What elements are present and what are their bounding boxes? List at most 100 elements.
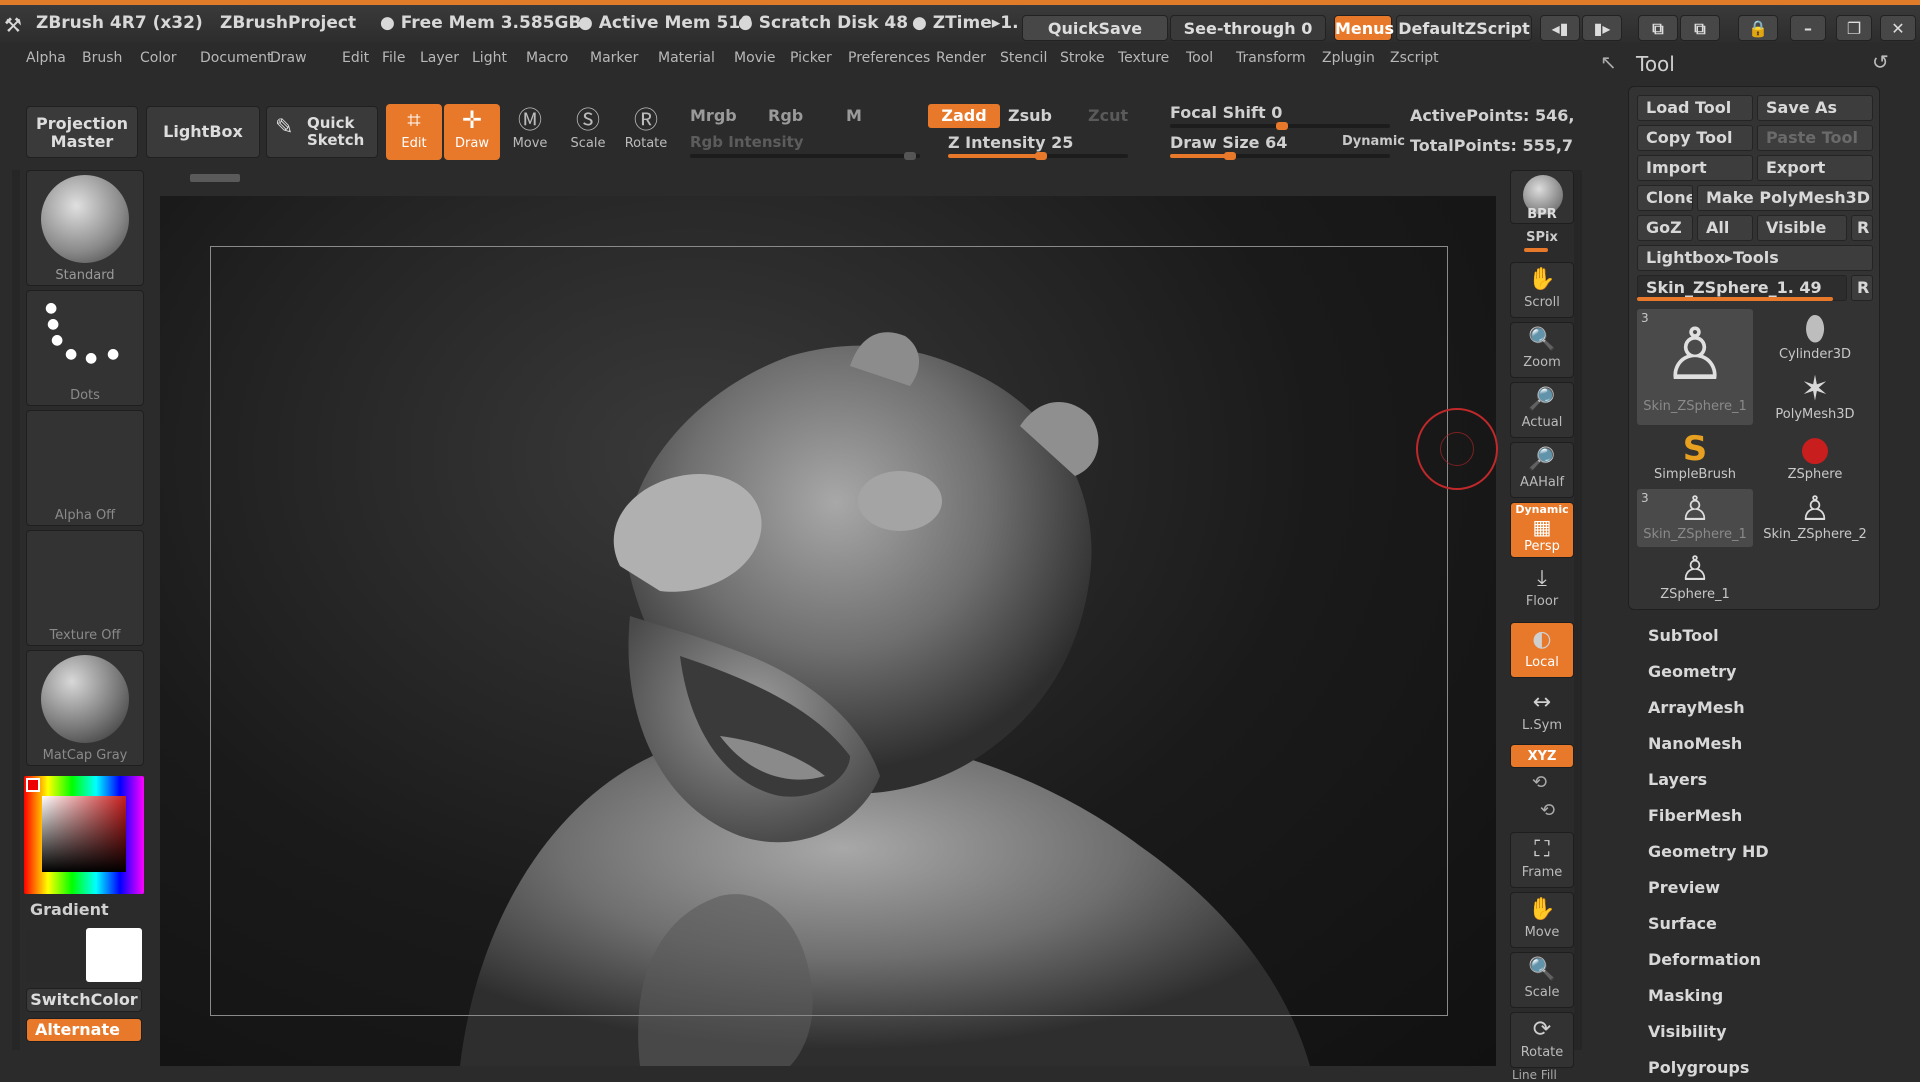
menu-item-edit[interactable]: Edit <box>342 50 369 66</box>
rotate-view-button[interactable]: ⟳ Rotate <box>1510 1012 1574 1068</box>
menu-item-stencil[interactable]: Stencil <box>1000 50 1047 66</box>
rotate-z-icon[interactable]: ⟲ <box>1540 800 1555 821</box>
lightbox-tools-button[interactable]: Lightbox▸Tools <box>1637 245 1873 271</box>
bpr-button[interactable]: BPR <box>1510 170 1574 224</box>
subpalette-visibility[interactable]: Visibility <box>1648 1022 1727 1041</box>
primary-color-swatch[interactable] <box>86 928 142 982</box>
zoom-button[interactable]: 🔍 Zoom <box>1510 322 1574 378</box>
minimize-icon[interactable]: – <box>1790 15 1826 41</box>
tool-thumb-cylinder3d[interactable]: ⬮ Cylinder3D <box>1757 309 1873 367</box>
rotate-button[interactable]: Ⓡ Rotate <box>618 104 674 160</box>
texture-selector[interactable]: Texture Off <box>26 530 144 646</box>
menu-item-picker[interactable]: Picker <box>790 50 832 66</box>
subpalette-geometry-hd[interactable]: Geometry HD <box>1648 842 1769 861</box>
z-intensity-knob[interactable] <box>1035 152 1047 160</box>
alternate-button[interactable]: Alternate <box>26 1018 142 1042</box>
menu-item-marker[interactable]: Marker <box>590 50 638 66</box>
secondary-color-swatch[interactable] <box>26 930 84 982</box>
see-through-slider[interactable]: See-through 0 <box>1170 15 1326 41</box>
rgb-intensity-knob[interactable] <box>904 152 916 160</box>
default-zscript-button[interactable]: DefaultZScript <box>1396 15 1532 41</box>
edit-button[interactable]: ⌗ Edit <box>386 104 442 160</box>
palette-left-icon[interactable]: ◂▮ <box>1540 15 1580 41</box>
gradient-label[interactable]: Gradient <box>30 900 109 919</box>
subpalette-nanomesh[interactable]: NanoMesh <box>1648 734 1742 753</box>
menu-item-zplugin[interactable]: Zplugin <box>1322 50 1375 66</box>
goz-visible-button[interactable]: Visible <box>1757 215 1847 241</box>
current-tool-r-button[interactable]: R <box>1851 275 1873 301</box>
m-button[interactable]: M <box>846 106 862 125</box>
subpalette-fibermesh[interactable]: FiberMesh <box>1648 806 1742 825</box>
subpalette-preview[interactable]: Preview <box>1648 878 1720 897</box>
panel-reset-icon[interactable]: ↺ <box>1872 50 1889 74</box>
zsub-button[interactable]: Zsub <box>1008 106 1052 125</box>
brush-selector[interactable]: Standard <box>26 170 144 286</box>
tool-thumb-simplebrush[interactable]: S SimpleBrush <box>1637 429 1753 487</box>
canvas-scroll-handle[interactable] <box>190 174 240 182</box>
move-view-button[interactable]: ✋ Move <box>1510 892 1574 948</box>
menu-item-layer[interactable]: Layer <box>420 50 459 66</box>
subpalette-masking[interactable]: Masking <box>1648 986 1723 1005</box>
draw-size-knob[interactable] <box>1224 152 1236 160</box>
menu-item-brush[interactable]: Brush <box>82 50 122 66</box>
menu-item-render[interactable]: Render <box>936 50 986 66</box>
menu-item-texture[interactable]: Texture <box>1118 50 1169 66</box>
local-button[interactable]: ◐ Local <box>1510 622 1574 678</box>
menu-item-stroke[interactable]: Stroke <box>1060 50 1105 66</box>
panel-back-icon[interactable]: ↖ <box>1600 50 1617 74</box>
frame-button[interactable]: ⛶ Frame <box>1510 832 1574 888</box>
menu-item-movie[interactable]: Movie <box>734 50 775 66</box>
aahalf-button[interactable]: 🔎 AAHalf <box>1510 442 1574 498</box>
paste-tool-button[interactable]: Paste Tool <box>1757 125 1873 151</box>
move-button[interactable]: Ⓜ Move <box>502 104 558 160</box>
tool-thumb-polymesh3d[interactable]: ✶ PolyMesh3D <box>1757 369 1873 427</box>
restore-icon[interactable]: ❐ <box>1836 15 1872 41</box>
subpalette-surface[interactable]: Surface <box>1648 914 1717 933</box>
z-intensity-slider[interactable]: Z Intensity 25 <box>948 133 1073 152</box>
menus-button[interactable]: Menus <box>1334 15 1394 41</box>
palette-right-icon[interactable]: ▮▸ <box>1582 15 1622 41</box>
close-icon[interactable]: ✕ <box>1880 15 1916 41</box>
menu-item-transform[interactable]: Transform <box>1236 50 1306 66</box>
color-picker[interactable] <box>24 776 144 894</box>
persp-button[interactable]: Dynamic ▦ Persp <box>1510 502 1574 558</box>
export-button[interactable]: Export <box>1757 155 1873 181</box>
menu-item-draw[interactable]: Draw <box>270 50 307 66</box>
import-button[interactable]: Import <box>1637 155 1753 181</box>
menu-item-material[interactable]: Material <box>658 50 715 66</box>
tool-thumb-skin-zsphere-1b[interactable]: 3 ♙ Skin_ZSphere_1 <box>1637 489 1753 547</box>
dynamic-toggle[interactable]: Dynamic <box>1342 134 1405 149</box>
subpalette-polygroups[interactable]: Polygroups <box>1648 1058 1749 1077</box>
focal-shift-knob[interactable] <box>1276 122 1288 130</box>
zadd-button[interactable]: Zadd <box>928 104 1000 128</box>
layout-alt-icon[interactable]: ⧉ <box>1680 15 1720 41</box>
menu-item-alpha[interactable]: Alpha <box>26 50 66 66</box>
menu-item-file[interactable]: File <box>382 50 405 66</box>
quicksave-button[interactable]: QuickSave <box>1022 15 1168 41</box>
floor-button[interactable]: ⤓ Floor <box>1510 562 1574 618</box>
lock-icon[interactable]: 🔒 <box>1738 15 1778 41</box>
switch-color-button[interactable]: SwitchColor <box>26 988 142 1012</box>
lsym-button[interactable]: ↔ L.Sym <box>1510 686 1574 742</box>
projection-master-button[interactable]: Projection Master <box>26 106 138 158</box>
scale-view-button[interactable]: 🔍 Scale <box>1510 952 1574 1008</box>
stroke-selector[interactable]: ● ● ● ● ● ● Dots <box>26 290 144 406</box>
make-polymesh-button[interactable]: Make PolyMesh3D <box>1697 185 1873 211</box>
mrgb-button[interactable]: Mrgb <box>690 106 737 125</box>
goz-all-button[interactable]: All <box>1697 215 1753 241</box>
xyz-button[interactable]: XYZ <box>1510 744 1574 768</box>
goz-r-button[interactable]: R <box>1851 215 1873 241</box>
tool-thumb-skin-zsphere-2[interactable]: ♙ Skin_ZSphere_2 <box>1757 489 1873 547</box>
quick-sketch-button[interactable]: ✎ Quick Sketch <box>266 106 378 158</box>
actual-button[interactable]: 🔎 Actual <box>1510 382 1574 438</box>
menu-item-macro[interactable]: Macro <box>526 50 568 66</box>
subpalette-geometry[interactable]: Geometry <box>1648 662 1736 681</box>
color-picker-sv-square[interactable] <box>42 796 126 872</box>
rgb-intensity-slider[interactable]: Rgb Intensity <box>690 133 804 151</box>
goz-button[interactable]: GoZ <box>1637 215 1693 241</box>
subpalette-subtool[interactable]: SubTool <box>1648 626 1719 645</box>
menu-item-document[interactable]: Document <box>200 50 273 66</box>
rgb-intensity-track[interactable] <box>690 154 920 158</box>
tool-thumb-zsphere[interactable]: ● ZSphere <box>1757 429 1873 487</box>
spix-slider[interactable]: SPix <box>1512 230 1572 245</box>
